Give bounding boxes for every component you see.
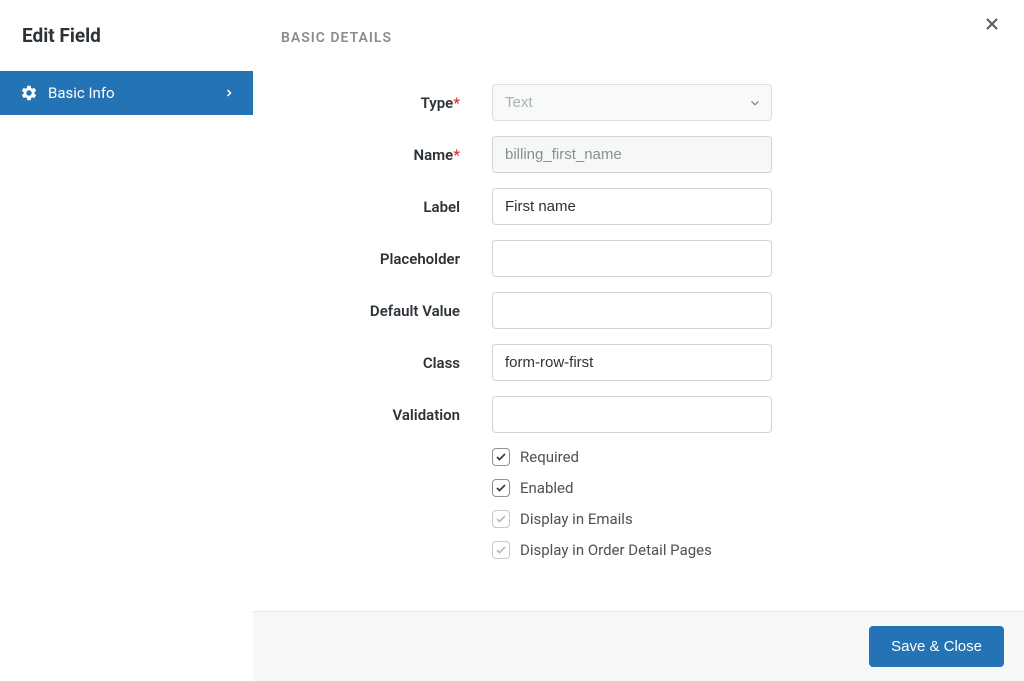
save-close-button[interactable]: Save & Close bbox=[869, 626, 1004, 667]
default-value-input[interactable] bbox=[492, 292, 772, 329]
display-emails-checkbox bbox=[492, 510, 510, 528]
enabled-checkbox-label: Enabled bbox=[520, 479, 573, 497]
name-label: Name* bbox=[281, 146, 492, 164]
page-title: Edit Field bbox=[0, 0, 253, 71]
close-icon bbox=[982, 14, 1002, 34]
gear-icon bbox=[20, 84, 38, 102]
sidebar: Edit Field Basic Info bbox=[0, 0, 253, 681]
default-value-label: Default Value bbox=[281, 302, 492, 320]
placeholder-input[interactable] bbox=[492, 240, 772, 277]
display-emails-checkbox-label: Display in Emails bbox=[520, 510, 633, 528]
display-order-pages-checkbox bbox=[492, 541, 510, 559]
required-checkbox-label: Required bbox=[520, 448, 579, 466]
main-panel: BASIC DETAILS Type* Text Name* bbox=[253, 0, 1024, 681]
required-checkbox[interactable] bbox=[492, 448, 510, 466]
close-button[interactable] bbox=[982, 14, 1002, 34]
enabled-checkbox[interactable] bbox=[492, 479, 510, 497]
placeholder-label: Placeholder bbox=[281, 250, 492, 268]
validation-input[interactable] bbox=[492, 396, 772, 433]
section-title: BASIC DETAILS bbox=[281, 30, 996, 46]
display-order-pages-checkbox-label: Display in Order Detail Pages bbox=[520, 541, 712, 559]
type-select[interactable]: Text bbox=[492, 84, 772, 121]
class-label: Class bbox=[281, 354, 492, 372]
validation-label: Validation bbox=[281, 406, 492, 424]
label-label: Label bbox=[281, 198, 492, 216]
chevron-right-icon bbox=[223, 87, 235, 99]
label-input[interactable] bbox=[492, 188, 772, 225]
name-input[interactable] bbox=[492, 136, 772, 173]
type-label: Type* bbox=[281, 94, 492, 112]
sidebar-item-label: Basic Info bbox=[48, 84, 213, 102]
footer: Save & Close bbox=[253, 611, 1024, 681]
class-input[interactable] bbox=[492, 344, 772, 381]
sidebar-item-basic-info[interactable]: Basic Info bbox=[0, 71, 253, 115]
